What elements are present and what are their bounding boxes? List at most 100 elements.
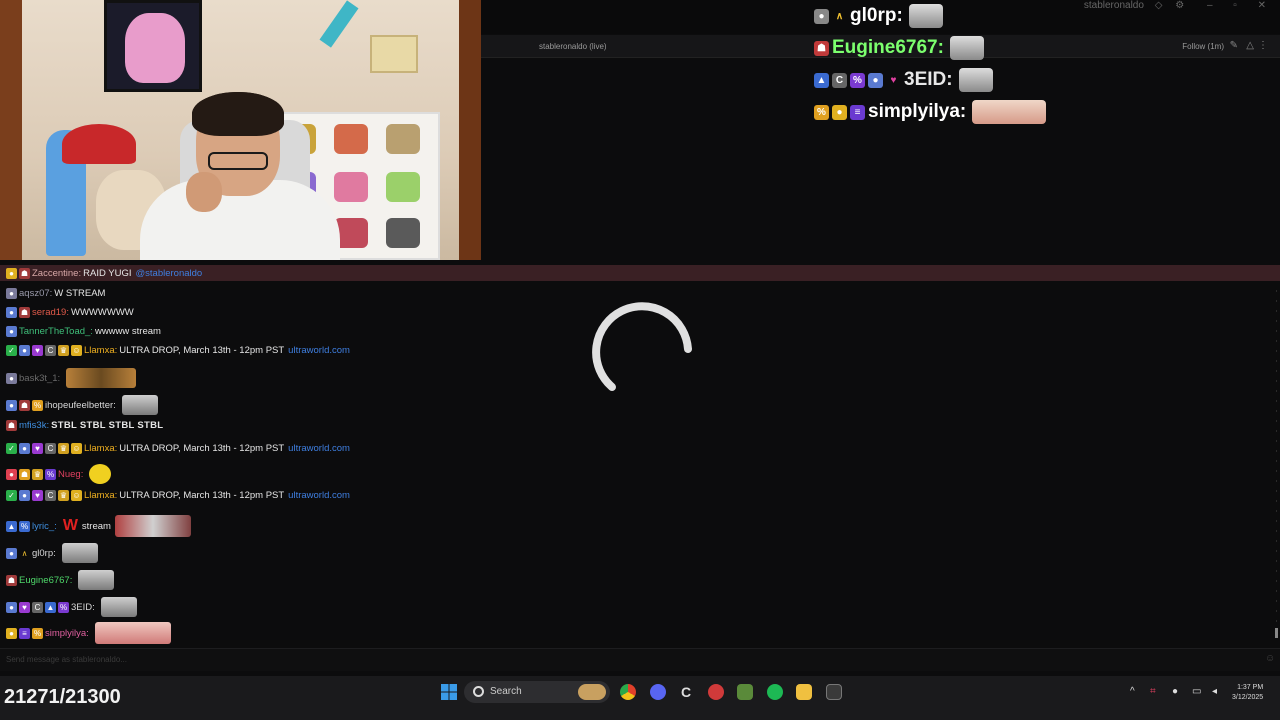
progress-counter: 21271/21300 <box>4 686 121 708</box>
maximize-icon[interactable]: ▫ <box>1233 0 1237 11</box>
emote-picker-icon[interactable]: ☺ <box>1265 653 1275 664</box>
minimize-icon[interactable]: – <box>1207 0 1213 11</box>
badge-icon: % <box>45 468 56 480</box>
search-highlight-image <box>578 684 606 700</box>
chat-username[interactable]: lyric_: <box>32 521 57 532</box>
check-badge-icon: ✓ <box>6 443 17 454</box>
chat-username[interactable]: Llamxa: <box>84 443 117 454</box>
spotify-icon[interactable] <box>767 684 783 700</box>
streamer-hand <box>186 172 222 212</box>
crown-badge-icon: ♛ <box>58 345 69 356</box>
chat-username[interactable]: Llamxa: <box>84 490 117 501</box>
badge-icon: C <box>832 72 847 88</box>
tray-chevron-icon[interactable]: ^ <box>1130 686 1135 697</box>
settings-icon[interactable]: ⚙ <box>1175 0 1184 11</box>
windows-start-icon[interactable] <box>441 684 457 700</box>
lock-badge-icon: ● <box>6 307 17 318</box>
chat-text: ULTRA DROP, March 13th - 12pm PST <box>119 345 285 356</box>
notification-icon[interactable]: △ <box>1246 40 1254 51</box>
heart-badge-icon: ♥ <box>32 345 43 356</box>
chat-message: ✓ ● ♥ C ♛ ☺ Llamxa: ULTRA DROP, March 13… <box>6 345 350 356</box>
tray-volume-icon[interactable]: ◂ <box>1212 686 1217 697</box>
channel-title: stableronaldo (live) <box>539 42 607 51</box>
chat-text: ULTRA DROP, March 13th - 12pm PST <box>119 443 285 454</box>
pencil-icon[interactable]: ✎ <box>1230 40 1238 51</box>
app-red-icon[interactable] <box>708 684 724 700</box>
app-c-icon[interactable]: C <box>678 684 694 700</box>
streamer-hair-top <box>192 92 284 136</box>
lock-badge-icon: ● <box>19 490 30 501</box>
close-icon[interactable]: ✕ <box>1258 0 1266 11</box>
chat-message: ▲ % lyric_: W stream <box>6 515 191 537</box>
chat-username[interactable]: gl0rp: <box>32 548 56 559</box>
overlay-row: ● ∧ gl0rp: <box>814 0 1114 32</box>
overlay-username: 3EID: <box>904 69 953 90</box>
chat-username[interactable]: 3EID: <box>71 602 95 613</box>
badge-icon: ☗ <box>19 268 30 279</box>
more-icon[interactable]: ⋮ <box>1258 40 1268 51</box>
badge-icon: ☗ <box>19 399 30 411</box>
lock-badge-icon: ● <box>6 399 17 411</box>
minecraft-icon[interactable] <box>737 684 753 700</box>
chat-link[interactable]: ultraworld.com <box>288 443 350 454</box>
shield-icon[interactable]: ◇ <box>1155 0 1163 11</box>
emote-image <box>114 515 191 537</box>
badge-icon: ☺ <box>71 490 82 501</box>
tray-network-icon[interactable]: ▭ <box>1192 686 1201 697</box>
chat-username[interactable]: serad19: <box>32 307 69 318</box>
taskbar-clock[interactable]: 1:37 PM 3/12/2025 <box>1232 683 1263 703</box>
chat-input[interactable]: Send message as stableronaldo... ☺ <box>0 648 1280 671</box>
chrome-icon[interactable] <box>620 684 636 700</box>
chat-link[interactable]: ultraworld.com <box>288 345 350 356</box>
chat-message: ✓ ● ♥ C ♛ ☺ Llamxa: ULTRA DROP, March 13… <box>6 490 350 501</box>
chat-username[interactable]: Llamxa: <box>84 345 117 356</box>
badge-icon: % <box>19 520 30 532</box>
lock-badge-icon: ● <box>814 8 829 24</box>
chat-username[interactable]: TannerTheToad_: <box>19 326 93 337</box>
chat-username[interactable]: mfis3k: <box>19 420 49 431</box>
chat-username[interactable]: simplyilya: <box>45 628 89 639</box>
chat-username[interactable]: Zaccentine: <box>32 268 81 279</box>
chat-message: ● aqsz07: W STREAM <box>6 288 105 299</box>
clock-time: 1:37 PM <box>1237 684 1264 691</box>
heart-badge-icon: ♥ <box>32 443 43 454</box>
emote-image <box>78 570 115 590</box>
app-window-icon[interactable] <box>826 684 842 700</box>
chat-username[interactable]: Nueg: <box>58 469 83 480</box>
crown-badge-icon: ♛ <box>58 443 69 454</box>
badge-icon: C <box>32 601 43 613</box>
chat-message: ● ≡ % simplyilya: <box>6 622 171 644</box>
follow-button[interactable]: Follow (1m) <box>1182 42 1224 51</box>
chat-username[interactable]: aqsz07: <box>19 288 52 299</box>
chat-scrollbar[interactable] <box>1274 290 1279 640</box>
loading-spinner-icon <box>592 302 692 391</box>
crown-badge-icon: ♛ <box>32 468 43 480</box>
chat-text: WWWWWWW <box>70 307 134 318</box>
badge-icon: % <box>32 627 43 639</box>
discord-icon[interactable] <box>650 684 666 700</box>
tray-app-icon[interactable]: ⌗ <box>1150 686 1156 697</box>
overlay-username: simplyilya: <box>868 101 967 122</box>
chat-username[interactable]: Eugine6767: <box>19 575 72 586</box>
badge-icon: ≡ <box>850 104 865 120</box>
emote-image <box>89 464 112 484</box>
chat-username[interactable]: bask3t_1: <box>19 373 60 384</box>
w-emote-icon: W <box>62 517 78 534</box>
folder-icon[interactable] <box>796 684 812 700</box>
chat-link[interactable]: ultraworld.com <box>288 490 350 501</box>
badge-icon: ☗ <box>6 420 17 431</box>
chat-username[interactable]: ihopeufeelbetter: <box>45 400 116 411</box>
overlay-username: Eugine6767: <box>832 37 944 58</box>
chat-message: ● TannerTheToad_: wwwww stream <box>6 326 161 337</box>
badge-icon: ☗ <box>6 574 17 586</box>
crown-badge-icon: ♛ <box>58 490 69 501</box>
taskbar-search[interactable]: Search <box>464 681 610 703</box>
lock-badge-icon: ● <box>832 104 847 120</box>
badge-icon: ☺ <box>71 443 82 454</box>
tray-mic-icon[interactable]: ● <box>1172 686 1178 697</box>
emote-image <box>66 368 137 388</box>
badge-icon: ☺ <box>71 345 82 356</box>
emote-image <box>949 36 984 60</box>
wall-poster <box>104 0 202 92</box>
mention-link[interactable]: @stableronaldo <box>136 268 203 279</box>
